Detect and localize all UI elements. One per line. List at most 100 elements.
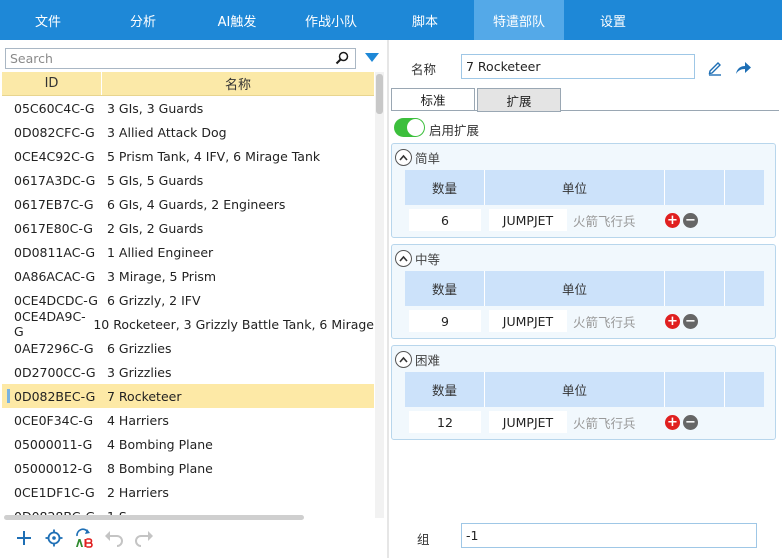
collapse-button[interactable] <box>395 250 412 267</box>
extra-header <box>725 271 764 306</box>
table-row[interactable]: 0CE4DA9C-G 10 Rocketeer, 3 Grizzly Battle… <box>2 309 374 339</box>
add-unit-button[interactable]: + <box>665 414 680 430</box>
rename-ab-icon <box>76 528 93 548</box>
qty-header: 数量 <box>405 372 485 407</box>
undo-button[interactable] <box>104 528 124 548</box>
group-row: 6 JUMPJET 火箭飞行兵 + − <box>405 207 764 233</box>
app-window: 文件 分析 AI触发 作战小队 脚本 特遣部队 设置 ID 名称 05C60C4… <box>0 0 782 558</box>
tab-file[interactable]: 文件 <box>2 0 94 40</box>
remove-unit-button[interactable]: − <box>683 212 698 228</box>
subtab-standard[interactable]: 标准 <box>391 88 475 111</box>
redo-button[interactable] <box>134 528 154 548</box>
table-row[interactable]: 0617EB7C-G 6 GIs, 4 Guards, 2 Engineers <box>2 192 374 216</box>
column-header-name[interactable]: 名称 <box>102 72 374 95</box>
row-id: 0617E80C-G <box>14 220 93 236</box>
remove-unit-button[interactable]: − <box>683 313 698 329</box>
row-name: 3 GIs, 3 Guards <box>107 100 204 116</box>
undo-icon <box>105 531 123 547</box>
subtab-extended[interactable]: 扩展 <box>477 88 561 112</box>
table-row[interactable]: 0CE0F34C-G 4 Harriers <box>2 408 374 432</box>
row-id: 0CE0F34C-G <box>14 412 94 428</box>
tab-taskforce[interactable]: 特遣部队 <box>474 0 564 40</box>
edit-icon[interactable] <box>707 60 723 76</box>
column-header-id[interactable]: ID <box>2 72 102 95</box>
table-row[interactable]: 05000012-G 8 Bombing Plane <box>2 456 374 480</box>
table-row[interactable]: 05C60C4C-G 3 GIs, 3 Guards <box>2 96 374 120</box>
difficulty-group-normal: 中等 数量 单位 9 JUMPJET 火箭飞行兵 + − <box>391 244 776 339</box>
table-row[interactable]: 0617A3DC-G 5 GIs, 5 Guards <box>2 168 374 192</box>
row-id: 0A86ACAC-G <box>14 268 96 284</box>
row-name: 3 Mirage, 5 Prism <box>107 268 217 284</box>
top-nav: 文件 分析 AI触发 作战小队 脚本 特遣部队 设置 <box>0 0 782 40</box>
tab-settings[interactable]: 设置 <box>568 0 658 40</box>
row-name: 1 Allied Engineer <box>107 244 214 260</box>
table-row[interactable]: 0D0811AC-G 1 Allied Engineer <box>2 240 374 264</box>
extra-header <box>725 372 764 407</box>
unit-code[interactable]: JUMPJET <box>489 310 567 332</box>
table-row[interactable]: 0AE7296C-G 6 Grizzlies <box>2 336 374 360</box>
unit-header: 单位 <box>485 372 665 407</box>
scrollbar-thumb[interactable] <box>376 74 383 114</box>
name-input[interactable]: 7 Rocketeer <box>461 54 695 79</box>
group-header: 数量 单位 <box>405 372 764 407</box>
row-name: 5 Prism Tank, 4 IFV, 6 Mirage Tank <box>107 148 321 164</box>
tab-team[interactable]: 作战小队 <box>286 0 376 40</box>
table-row[interactable]: 0D082CFC-G 3 Allied Attack Dog <box>2 120 374 144</box>
action-header <box>665 170 725 205</box>
difficulty-group-hard: 困难 数量 单位 12 JUMPJET 火箭飞行兵 + − <box>391 345 776 440</box>
vertical-scrollbar[interactable] <box>375 72 384 518</box>
group-input[interactable]: -1 <box>461 523 757 548</box>
qty-field[interactable]: 9 <box>409 310 481 332</box>
tab-ai-trigger[interactable]: AI触发 <box>192 0 282 40</box>
action-header <box>665 271 725 306</box>
unit-code[interactable]: JUMPJET <box>489 209 567 231</box>
add-unit-button[interactable]: + <box>665 212 680 228</box>
unit-code[interactable]: JUMPJET <box>489 411 567 433</box>
table-row[interactable]: 0D2700CC-G 3 Grizzlies <box>2 360 374 384</box>
row-id: 0CE4DCDC-G <box>14 292 98 308</box>
unit-name: 火箭飞行兵 <box>573 213 636 229</box>
unit-header: 单位 <box>485 170 665 205</box>
tab-analysis[interactable]: 分析 <box>98 0 188 40</box>
row-name: 6 GIs, 4 Guards, 2 Engineers <box>107 196 286 212</box>
search-icon[interactable] <box>335 51 349 65</box>
row-id: 0617EB7C-G <box>14 196 94 212</box>
filter-dropdown-icon[interactable] <box>364 51 380 65</box>
row-name: 2 Harriers <box>107 484 169 500</box>
qty-header: 数量 <box>405 170 485 205</box>
enable-extension-label: 启用扩展 <box>429 123 480 138</box>
row-id: 05000012-G <box>14 460 93 476</box>
row-name: 6 Grizzlies <box>107 340 172 356</box>
taskforce-editor-panel: 名称 7 Rocketeer 标准 扩展 启用扩展 简单 数量 单位 6 JUM… <box>389 40 782 558</box>
qty-header: 数量 <box>405 271 485 306</box>
horizontal-scrollbar[interactable] <box>4 515 304 520</box>
redo-icon <box>135 531 153 547</box>
qty-field[interactable]: 6 <box>409 209 481 231</box>
table-row[interactable]: 0A86ACAC-G 3 Mirage, 5 Prism <box>2 264 374 288</box>
tab-script[interactable]: 脚本 <box>380 0 470 40</box>
group-title-label: 中等 <box>415 252 441 267</box>
add-unit-button[interactable]: + <box>665 313 680 329</box>
taskforce-list-panel: ID 名称 05C60C4C-G 3 GIs, 3 Guards 0D082CFC-… <box>0 40 388 558</box>
row-name: 5 GIs, 5 Guards <box>107 172 204 188</box>
collapse-button[interactable] <box>395 351 412 368</box>
plus-icon <box>17 531 31 545</box>
table-row[interactable]: 0D082BEC-G 7 Rocketeer <box>2 384 374 408</box>
share-arrow-icon[interactable] <box>734 60 752 76</box>
collapse-button[interactable] <box>395 149 412 166</box>
qty-field[interactable]: 12 <box>409 411 481 433</box>
table-row[interactable]: 0CE1DF1C-G 2 Harriers <box>2 480 374 504</box>
enable-extension-toggle[interactable] <box>394 118 425 137</box>
table-row[interactable]: 0CE4C92C-G 5 Prism Tank, 4 IFV, 6 Mirage … <box>2 144 374 168</box>
rename-button[interactable] <box>74 528 94 548</box>
chevron-up-icon <box>399 255 408 262</box>
row-id: 05C60C4C-G <box>14 100 95 116</box>
table-body: 05C60C4C-G 3 GIs, 3 Guards 0D082CFC-G 3 All… <box>2 96 374 518</box>
remove-unit-button[interactable]: − <box>683 414 698 430</box>
add-button[interactable] <box>14 528 34 548</box>
search-input[interactable] <box>6 49 326 68</box>
table-row[interactable]: 0617E80C-G 2 GIs, 2 Guards <box>2 216 374 240</box>
locate-button[interactable] <box>44 528 64 548</box>
table-row[interactable]: 05000011-G 4 Bombing Plane <box>2 432 374 456</box>
row-name: 4 Bombing Plane <box>107 436 213 452</box>
